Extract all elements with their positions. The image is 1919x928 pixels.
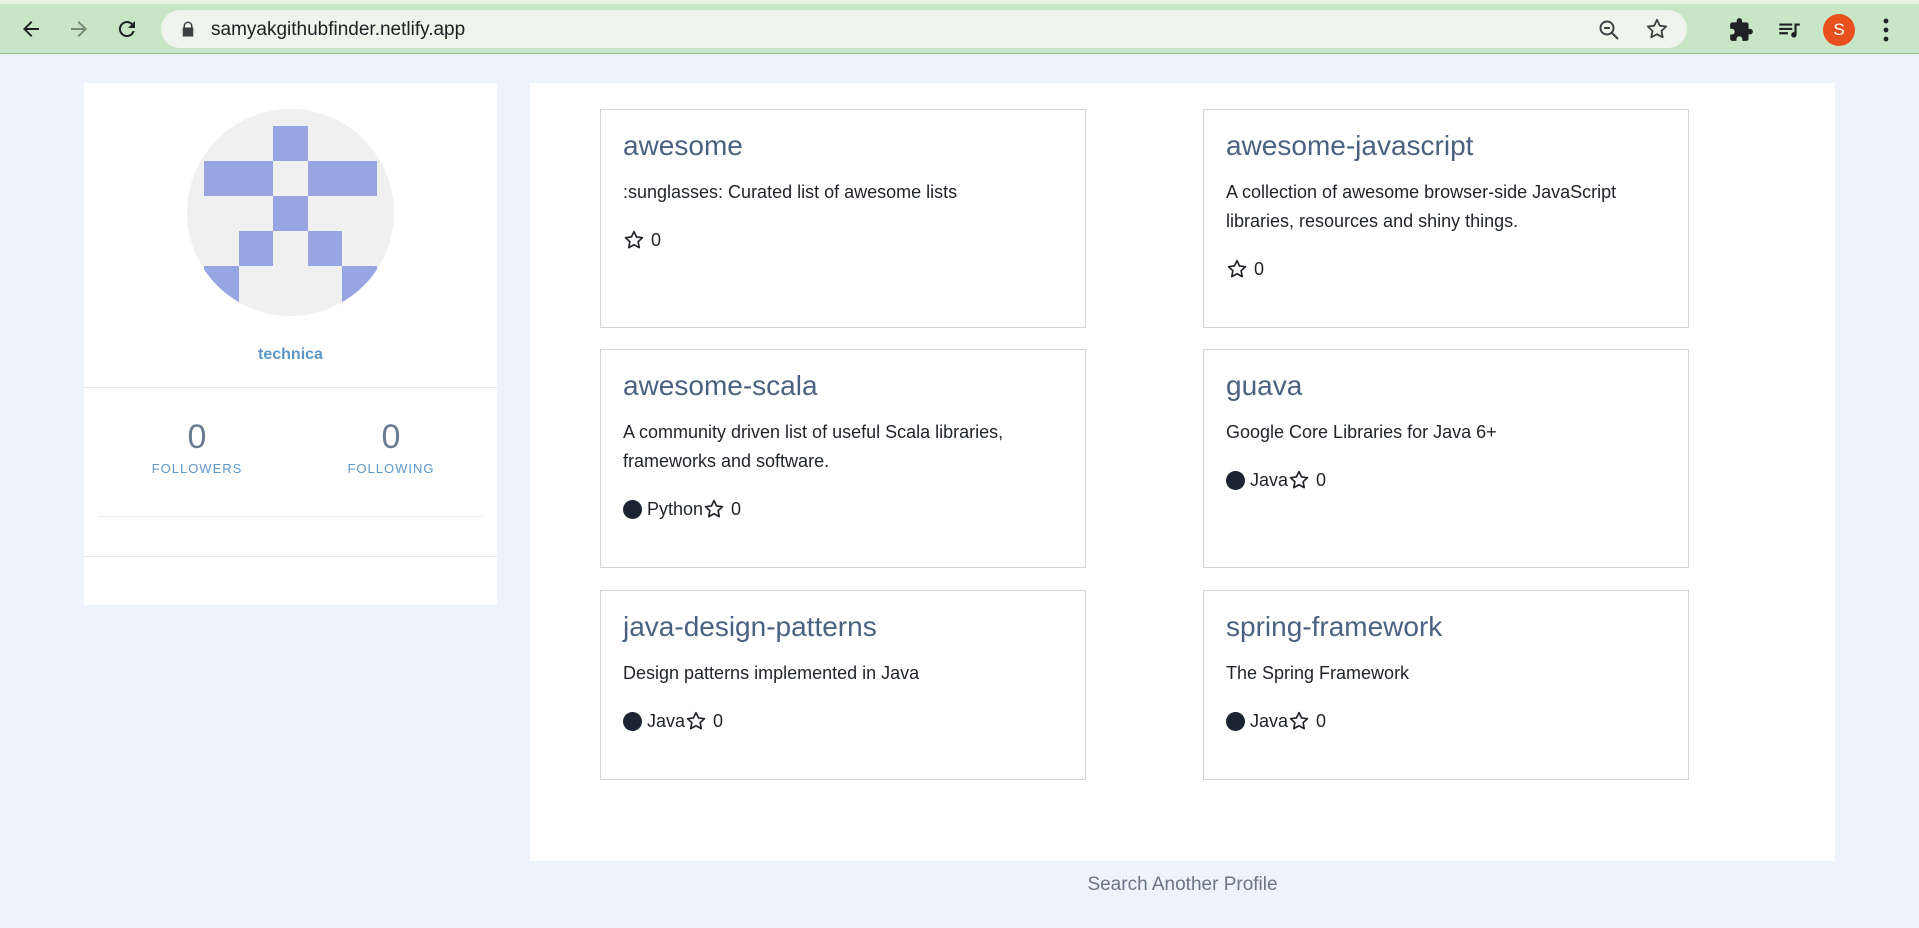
repo-description: A collection of awesome browser-side Jav…: [1226, 182, 1617, 231]
followers-label: FOLLOWERS: [151, 461, 243, 476]
arrow-right-icon: [71, 21, 87, 37]
arrow-left-icon: [23, 21, 39, 37]
repo-name[interactable]: spring-framework: [1226, 611, 1442, 643]
star-icon: [1289, 711, 1309, 730]
browser-toolbar: samyakgithubfinder.netlify.app S: [0, 0, 1919, 54]
profile-avatar-button[interactable]: S: [1823, 14, 1855, 46]
repo-card[interactable]: awesome :sunglasses: Curated list of awe…: [600, 109, 1086, 328]
back-button[interactable]: [14, 12, 48, 46]
repo-language: Java: [1250, 469, 1289, 490]
star-icon: [686, 711, 706, 730]
language-dot: [623, 499, 642, 519]
repo-stars: 0: [731, 498, 742, 519]
repo-language: Python: [647, 498, 704, 519]
repo-name[interactable]: awesome-scala: [623, 370, 818, 402]
star-icon: [1289, 470, 1309, 489]
repo-card[interactable]: spring-framework The Spring Framework Ja…: [1203, 590, 1689, 780]
repo-stars: 0: [1316, 710, 1327, 731]
repo-meta: Java 0: [1226, 710, 1326, 732]
following-count: 0: [381, 418, 401, 456]
repo-name[interactable]: guava: [1226, 370, 1302, 402]
repo-language: Java: [1250, 710, 1289, 731]
identicon-image: [204, 126, 377, 316]
repo-card[interactable]: java-design-patterns Design patterns imp…: [600, 590, 1086, 780]
lock-icon: [182, 21, 194, 37]
repo-language: Java: [647, 710, 686, 731]
zoom-icon[interactable]: [1597, 18, 1621, 42]
reload-icon: [118, 21, 135, 38]
repo-meta: Python 0: [623, 498, 741, 520]
profile-stats: 0 FOLLOWERS 0 FOLLOWING: [84, 387, 497, 557]
repo-stars: 0: [1316, 469, 1327, 490]
language-dot: [1226, 711, 1245, 731]
followers-stat: 0 FOLLOWERS: [117, 418, 277, 476]
language-dot: [623, 711, 642, 731]
repo-name[interactable]: awesome: [623, 130, 743, 162]
star-icon: [704, 499, 724, 518]
media-queue-icon[interactable]: [1776, 17, 1802, 43]
search-another-profile-link[interactable]: Search Another Profile: [530, 874, 1835, 896]
url-text: samyakgithubfinder.netlify.app: [211, 19, 466, 40]
star-icon: [624, 230, 644, 249]
address-bar[interactable]: samyakgithubfinder.netlify.app: [161, 10, 1687, 48]
repo-meta: Java 0: [623, 710, 723, 732]
star-icon: [1227, 259, 1247, 278]
repo-description: Google Core Libraries for Java 6+: [1226, 422, 1497, 442]
repo-description: A community driven list of useful Scala …: [623, 422, 1004, 471]
repo-meta: Java 0: [1226, 469, 1326, 491]
more-menu-icon[interactable]: [1878, 17, 1894, 43]
following-label: FOLLOWING: [347, 461, 435, 476]
forward-button[interactable]: [62, 12, 96, 46]
reload-button[interactable]: [110, 12, 144, 46]
repo-meta: 0: [623, 229, 661, 251]
following-stat: 0 FOLLOWING: [311, 418, 471, 476]
extensions-puzzle-icon[interactable]: [1728, 17, 1754, 43]
repo-card[interactable]: awesome-scala A community driven list of…: [600, 349, 1086, 568]
repo-stars: 0: [713, 710, 724, 731]
followers-count: 0: [187, 418, 207, 456]
profile-card: technica 0 FOLLOWERS 0 FOLLOWING: [84, 83, 497, 605]
repo-card[interactable]: guava Google Core Libraries for Java 6+ …: [1203, 349, 1689, 568]
repo-description: The Spring Framework: [1226, 663, 1410, 683]
profile-username[interactable]: technica: [84, 346, 497, 364]
repo-stars: 0: [1254, 258, 1265, 279]
repo-description: Design patterns implemented in Java: [623, 663, 920, 683]
repo-list: awesome :sunglasses: Curated list of awe…: [530, 83, 1835, 861]
repo-name[interactable]: awesome-javascript: [1226, 130, 1473, 162]
repo-description: :sunglasses: Curated list of awesome lis…: [623, 182, 958, 202]
avatar: [187, 109, 394, 316]
repo-meta: 0: [1226, 258, 1264, 280]
repo-name[interactable]: java-design-patterns: [623, 611, 877, 643]
bookmark-star-icon[interactable]: [1645, 17, 1669, 41]
language-dot: [1226, 470, 1245, 490]
divider: [98, 516, 483, 517]
repo-stars: 0: [651, 229, 662, 250]
repo-card[interactable]: awesome-javascript A collection of aweso…: [1203, 109, 1689, 328]
